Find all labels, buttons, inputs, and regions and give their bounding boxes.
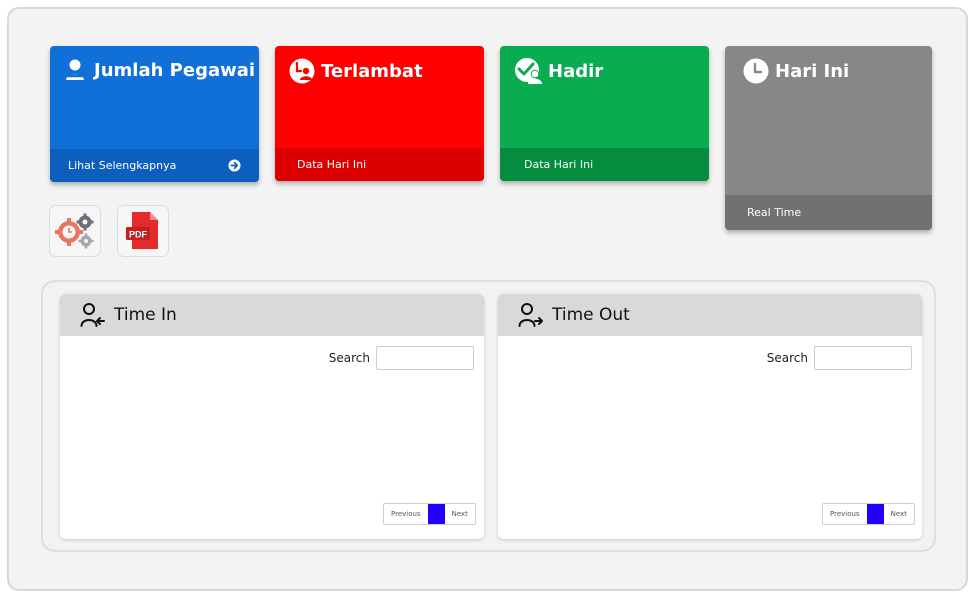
export-pdf-button[interactable]: PDF [117, 205, 169, 257]
user-arrow-in-icon [80, 303, 105, 327]
time-out-panel: Time Out Search Previous Next [498, 294, 922, 539]
card-footer[interactable]: Data Hari Ini [500, 148, 709, 181]
card-title: Hari Ini [775, 60, 850, 82]
search-input[interactable] [376, 346, 474, 370]
card-header: Jumlah Pegawai [64, 58, 255, 82]
employee-count-card: Jumlah Pegawai Lihat Selengkapnya [50, 46, 259, 182]
card-title: Jumlah Pegawai [94, 59, 256, 81]
card-header: Hari Ini [743, 58, 849, 84]
search-label: Search [766, 351, 808, 365]
pagination: Previous Next [383, 503, 476, 525]
previous-button[interactable]: Previous [384, 504, 428, 524]
pagination: Previous Next [822, 503, 915, 525]
user-icon [66, 59, 84, 80]
user-check-icon [515, 58, 542, 84]
panel-header: Time Out [498, 294, 922, 336]
see-more-link[interactable]: Lihat Selengkapnya [50, 149, 259, 182]
clock-icon [743, 58, 769, 84]
next-button[interactable]: Next [884, 504, 914, 524]
card-title: Terlambat [321, 60, 423, 82]
search-row: Search [329, 346, 474, 370]
search-label: Search [328, 351, 370, 365]
panel-title: Time In [114, 305, 177, 325]
today-card: Hari Ini Real Time [725, 46, 932, 230]
arrow-circle-right-icon [228, 159, 241, 172]
user-arrow-out-icon [518, 303, 543, 327]
previous-button[interactable]: Previous [823, 504, 867, 524]
present-card: Hadir Data Hari Ini [500, 46, 709, 181]
card-footer-label: Real Time [747, 206, 802, 219]
user-clock-icon [289, 58, 315, 84]
card-footer-label: Lihat Selengkapnya [68, 159, 177, 172]
next-button[interactable]: Next [445, 504, 475, 524]
search-row: Search [767, 346, 912, 370]
current-page-button[interactable] [427, 504, 445, 524]
time-in-panel: Time In Search Previous Next [60, 294, 484, 539]
late-card: Terlambat Data Hari Ini [275, 46, 484, 181]
panel-title: Time Out [552, 305, 630, 325]
pdf-file-icon: PDF [126, 212, 158, 249]
card-footer[interactable]: Data Hari Ini [275, 148, 484, 181]
card-footer-label: Data Hari Ini [524, 158, 594, 171]
card-header: Hadir [514, 58, 603, 84]
pdf-label: PDF [129, 230, 148, 240]
search-input[interactable] [814, 346, 912, 370]
panel-header: Time In [60, 294, 484, 336]
card-footer-label: Data Hari Ini [297, 158, 367, 171]
current-page-button[interactable] [866, 504, 884, 524]
card-header: Terlambat [289, 58, 423, 84]
settings-gears-icon [55, 213, 94, 249]
settings-button[interactable] [49, 205, 101, 257]
card-title: Hadir [548, 60, 604, 82]
card-footer[interactable]: Real Time [725, 195, 932, 230]
